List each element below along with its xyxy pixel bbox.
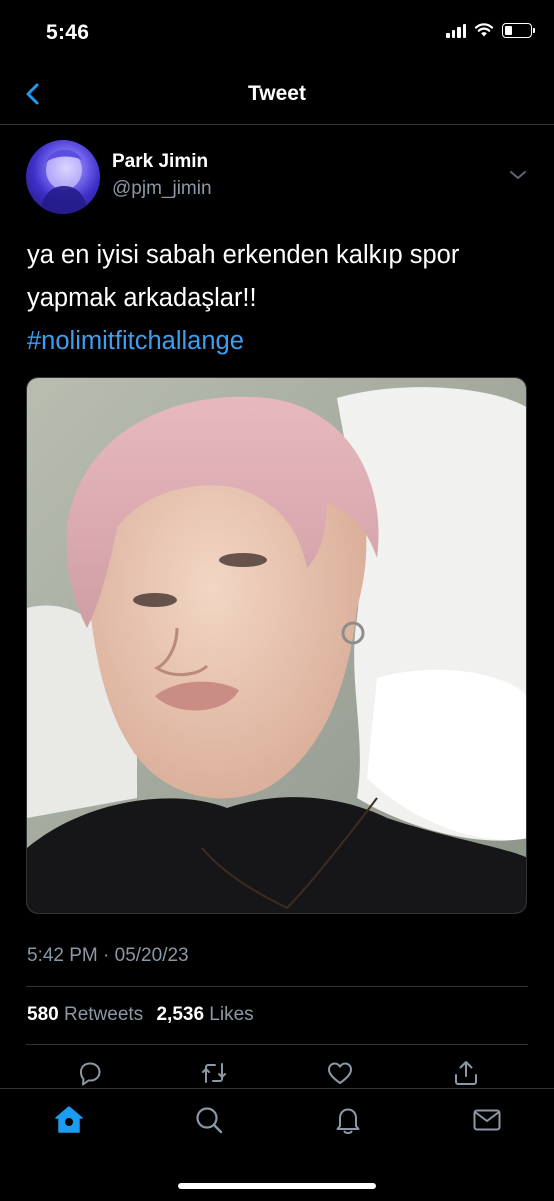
avatar-image (40, 149, 88, 214)
like-icon (328, 1062, 352, 1084)
messages-icon (473, 1109, 501, 1131)
tab-notifications[interactable] (331, 1103, 365, 1137)
nav-bar: Tweet (0, 66, 554, 125)
more-options-button[interactable] (508, 168, 528, 182)
avatar[interactable] (26, 140, 100, 214)
like-count[interactable]: 2,536 (156, 1004, 204, 1025)
tweet-photo[interactable] (26, 377, 527, 914)
status-icons (446, 22, 535, 38)
tab-home[interactable] (52, 1103, 86, 1137)
share-icon (455, 1061, 477, 1085)
hashtag-link[interactable]: #nolimitfitchallange (27, 320, 532, 363)
status-bar: 5:46 (0, 0, 554, 66)
tweet-photo-image (27, 378, 526, 913)
status-time: 5:46 (46, 21, 90, 44)
divider (26, 986, 528, 987)
home-indicator[interactable] (178, 1183, 376, 1189)
notifications-icon (336, 1108, 360, 1134)
reply-button[interactable] (75, 1058, 105, 1088)
page-title: Tweet (248, 82, 306, 105)
tweet-text: ya en iyisi sabah erkenden kalkıp spor y… (27, 234, 532, 363)
chevron-down-icon (510, 171, 526, 179)
battery-icon (502, 22, 535, 38)
share-button[interactable] (451, 1058, 481, 1088)
tab-search[interactable] (192, 1103, 226, 1137)
tab-messages[interactable] (470, 1103, 504, 1137)
retweet-label[interactable]: Retweets (64, 1004, 143, 1025)
wifi-icon (474, 23, 494, 37)
divider (26, 1044, 528, 1045)
tweet-stats: 580 Retweets 2,536 Likes (27, 1004, 262, 1026)
search-icon (196, 1107, 223, 1134)
author-display-name[interactable]: Park Jimin (112, 151, 208, 173)
retweet-button[interactable] (199, 1058, 229, 1088)
cellular-signal-icon (446, 22, 466, 38)
author-handle[interactable]: @pjm_jimin (112, 178, 212, 200)
retweet-count[interactable]: 580 (27, 1004, 59, 1025)
tweet-text-line: ya en iyisi sabah erkenden kalkıp spor (27, 241, 460, 269)
tweet-text-line: yapmak arkadaşlar!! (27, 284, 257, 312)
retweet-icon (202, 1063, 226, 1083)
home-icon (55, 1106, 83, 1133)
tweet-timestamp: 5:42 PM · 05/20/23 (27, 945, 189, 966)
tweet-action-bar (0, 1058, 554, 1088)
like-label[interactable]: Likes (209, 1004, 253, 1025)
like-button[interactable] (325, 1058, 355, 1088)
reply-icon (80, 1062, 101, 1086)
